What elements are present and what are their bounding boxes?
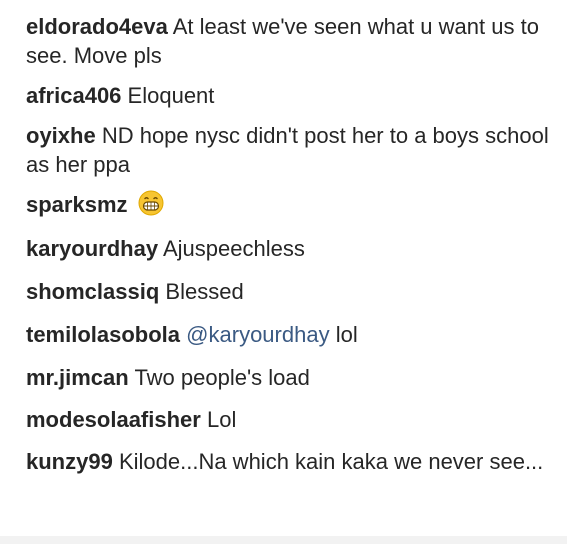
comment-item: africa406 Eloquent: [26, 81, 549, 110]
comment-list: eldorado4eva At least we've seen what u …: [0, 0, 567, 544]
comment-text: Lol: [206, 407, 237, 432]
bottom-divider: [0, 536, 567, 544]
comment-text: Kilode...Na which kain kaka we never see…: [118, 449, 544, 474]
comment-mention-link[interactable]: @karyourdhay: [186, 322, 329, 347]
comment-item: sparksmz: [26, 190, 549, 219]
comment-username[interactable]: sparksmz: [26, 192, 128, 217]
comment-text: Blessed: [165, 279, 244, 304]
comment-text: Ajuspeechless: [162, 236, 305, 261]
comment-text: ND hope nysc didn't post her to a boys s…: [26, 123, 549, 177]
comment-item: mr.jimcan Two people's load: [26, 363, 549, 392]
comment-username[interactable]: africa406: [26, 83, 121, 108]
comment-text: Eloquent: [127, 83, 215, 108]
comment-item: eldorado4eva At least we've seen what u …: [26, 12, 549, 70]
comment-item: oyixhe ND hope nysc didn't post her to a…: [26, 121, 549, 179]
comment-item: karyourdhay Ajuspeechless: [26, 234, 549, 263]
comment-item: kunzy99 Kilode...Na which kain kaka we n…: [26, 447, 549, 476]
comment-item: temilolasobola @karyourdhay lol: [26, 320, 549, 349]
comment-username[interactable]: modesolaafisher: [26, 407, 201, 432]
comment-username[interactable]: karyourdhay: [26, 236, 158, 261]
comment-text: Two people's load: [134, 365, 310, 390]
comment-username[interactable]: kunzy99: [26, 449, 113, 474]
comment-username[interactable]: eldorado4eva: [26, 14, 168, 39]
comment-username[interactable]: oyixhe: [26, 123, 96, 148]
comment-item: modesolaafisher Lol: [26, 405, 549, 434]
comment-text: lol: [335, 322, 358, 347]
grinning-face-icon: [138, 190, 164, 216]
comment-username[interactable]: shomclassiq: [26, 279, 159, 304]
comment-item: shomclassiq Blessed: [26, 277, 549, 306]
comment-username[interactable]: temilolasobola: [26, 322, 180, 347]
comment-username[interactable]: mr.jimcan: [26, 365, 129, 390]
